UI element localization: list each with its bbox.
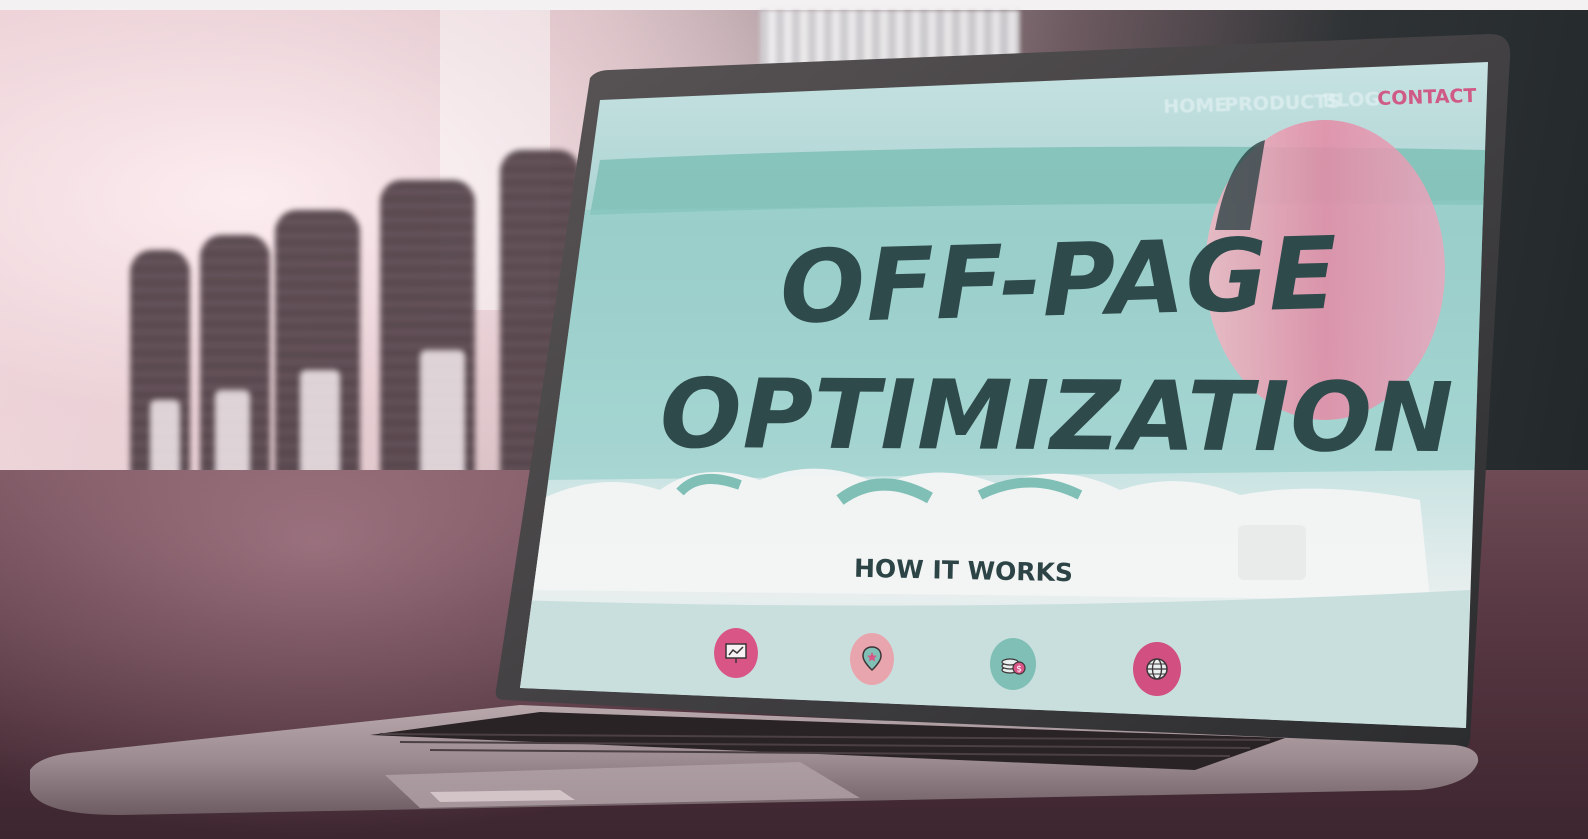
svg-text:$: $ (1016, 665, 1022, 675)
nav-contact[interactable]: CONTACT (1377, 85, 1477, 110)
presentation-chart-icon[interactable] (714, 628, 758, 678)
headline-line-2: OPTIMIZATION (659, 357, 1455, 475)
coins-dollar-icon[interactable]: $ (990, 638, 1036, 690)
website-on-screen: HOME PRODUCTS BLOG CONTACT OFF-PAGE OPTI… (0, 0, 1588, 839)
nav-home[interactable]: HOME (1163, 94, 1228, 118)
location-pin-icon[interactable] (850, 633, 894, 685)
photo-scene: HOME PRODUCTS BLOG CONTACT OFF-PAGE OPTI… (0, 0, 1588, 839)
globe-icon[interactable] (1133, 642, 1181, 696)
how-it-works-heading: HOW IT WORKS (853, 553, 1074, 588)
nav-blog[interactable]: BLOG (1322, 88, 1380, 112)
headline-line-1: OFF-PAGE (778, 214, 1340, 347)
